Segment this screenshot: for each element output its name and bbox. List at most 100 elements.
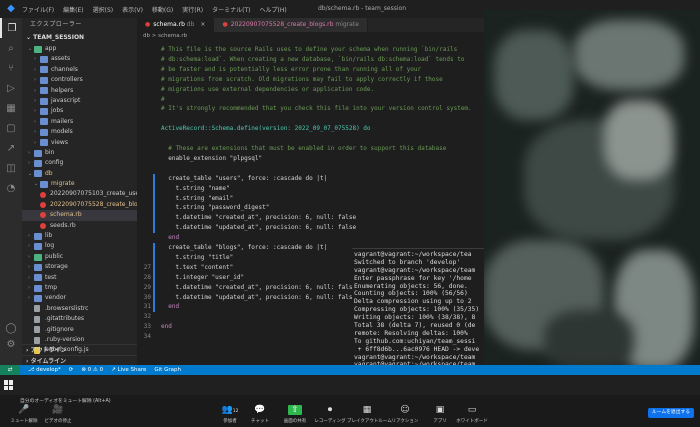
tree-label: .browserslistrc [45, 304, 89, 312]
chat-button[interactable]: 💬 チャット [240, 405, 280, 424]
tree-file[interactable]: 20220907075528_create_blo... [22, 200, 137, 210]
code-text: t.text "content" [161, 263, 234, 271]
menu-item[interactable]: 移動(G) [152, 7, 173, 14]
tree-folder[interactable]: › helpers [22, 86, 137, 96]
record-button[interactable]: ⏺ レコーディング [310, 405, 350, 424]
folder-icon [40, 87, 48, 95]
tree-folder[interactable]: › mailers [22, 117, 137, 127]
whiteboard-button[interactable]: ▭ ホワイトボード [452, 405, 492, 424]
project-section[interactable]: ⌄ TEAM_SESSION [22, 32, 137, 44]
code-text: # db:schema:load`. When creating a new d… [161, 55, 465, 63]
tab-create-blogs[interactable]: ● 20220907075528_create_blogs.rb migrate [214, 18, 368, 32]
problems-indicator[interactable]: ⊗ 0 ⚠ 0 [81, 367, 103, 373]
live-share-icon[interactable]: ↗ [0, 138, 22, 158]
menu-item[interactable]: 実行(R) [182, 7, 203, 14]
manage-gear-icon[interactable]: ⚙ [0, 334, 22, 354]
tree-file[interactable]: 20220907075103_create_use... [22, 189, 137, 199]
tree-label: .gitignore [45, 325, 74, 333]
menu-item[interactable]: 表示(V) [122, 7, 143, 14]
code-text: t.integer "user_id" [161, 273, 245, 281]
code-text: end [161, 303, 180, 311]
menu-item[interactable]: ターミナル(T) [212, 7, 250, 14]
close-icon[interactable]: × [200, 21, 205, 28]
docker-icon[interactable]: ◫ [0, 158, 22, 178]
reactions-button[interactable]: ☺ リアクション [385, 405, 425, 424]
tree-label: seeds.rb [50, 221, 76, 229]
menu-item[interactable]: 選択(S) [93, 7, 114, 14]
timeline-section[interactable]: › タイムライン [22, 355, 137, 365]
breadcrumb[interactable]: db > schema.rb [137, 32, 187, 41]
tree-folder[interactable]: › assets [22, 54, 137, 64]
line-number: 34 [143, 333, 151, 341]
window-title: db/schema.rb - team_session [318, 5, 407, 12]
tree-folder[interactable]: › storage [22, 262, 137, 272]
tree-file[interactable]: .browserslistrc [22, 304, 137, 314]
tree-folder[interactable]: › log [22, 241, 137, 251]
extensions-icon[interactable]: ▦ [0, 98, 22, 118]
tree-folder[interactable]: › test [22, 273, 137, 283]
line-number: 31 [143, 303, 151, 311]
code-text: # These are extensions that must be enab… [161, 145, 447, 152]
tree-folder[interactable]: › jobs [22, 106, 137, 116]
search-icon[interactable]: ⌕ [0, 38, 22, 58]
database-icon[interactable]: ◔ [0, 178, 22, 198]
ruby-file-icon [40, 222, 46, 229]
code-text: t.datetime "updated_at", precision: 6, n… [161, 224, 357, 232]
tree-file[interactable]: seeds.rb [22, 221, 137, 231]
tree-file[interactable]: .gitattributes [22, 314, 137, 324]
tree-folder[interactable]: ⌄ db [22, 169, 137, 179]
folder-icon [40, 66, 48, 74]
folder-icon [34, 149, 42, 157]
folder-icon [40, 97, 48, 105]
share-screen-button[interactable]: ⇧ 画面の共有 [275, 405, 315, 424]
windows-start-icon[interactable] [4, 380, 14, 390]
tree-label: migrate [51, 180, 75, 188]
tree-folder[interactable]: › lib [22, 231, 137, 241]
tree-folder[interactable]: › channels [22, 65, 137, 75]
remote-indicator-icon[interactable]: ⇄ [0, 365, 20, 375]
tree-folder[interactable]: › bin [22, 148, 137, 158]
tree-folder[interactable]: › javascript [22, 96, 137, 106]
tree-folder[interactable]: ⌄ app [22, 44, 137, 54]
folder-icon [34, 263, 42, 271]
button-label: リアクション [391, 419, 419, 424]
tree-folder[interactable]: ⌄ migrate [22, 179, 137, 189]
tree-file[interactable]: .gitignore [22, 325, 137, 335]
tree-folder[interactable]: › views [22, 138, 137, 148]
outline-section[interactable]: › アウトライン [22, 344, 137, 355]
windows-taskbar [0, 375, 700, 395]
menu-item[interactable]: ヘルプ(H) [259, 7, 286, 14]
menu-item[interactable]: 編集(E) [63, 7, 83, 14]
run-debug-icon[interactable]: ▷ [0, 78, 22, 98]
tree-folder[interactable]: › models [22, 127, 137, 137]
tree-file[interactable]: schema.rb [22, 210, 137, 221]
tab-schema-rb[interactable]: ● schema.rb db × [137, 18, 215, 32]
menu-item[interactable]: ファイル(F) [22, 7, 54, 14]
button-glyph: 💬 [254, 405, 266, 415]
tree-folder[interactable]: › public [22, 252, 137, 262]
tree-folder[interactable]: › controllers [22, 75, 137, 85]
git-graph-button[interactable]: Git Graph [154, 367, 181, 373]
sync-icon[interactable]: ⟳ [69, 367, 74, 373]
code-text: # be faster and is potentially less erro… [161, 65, 422, 73]
breakout-icon: ▦ [347, 405, 387, 416]
files-icon[interactable]: ❐ [0, 18, 22, 38]
tree-folder[interactable]: › config [22, 158, 137, 168]
live-share-button[interactable]: ↗ Live Share [111, 367, 146, 373]
folder-icon [40, 56, 48, 64]
button-glyph: 👥 [221, 405, 233, 415]
button-glyph: ▣ [435, 405, 445, 415]
tree-folder[interactable]: › vendor [22, 293, 137, 303]
branch-indicator[interactable]: ⎇ develop* [28, 367, 61, 373]
code-text: t.string "password_digest" [161, 204, 270, 212]
tree-label: db [45, 169, 53, 177]
tree-folder[interactable]: › tmp [22, 283, 137, 293]
leave-room-button[interactable]: ルームを退出する [648, 408, 694, 418]
reactions-icon: ☺ [385, 405, 425, 416]
video-button[interactable]: 🎥 ビデオの停止 [38, 405, 78, 424]
source-control-icon[interactable]: ⑂ [0, 58, 22, 78]
remote-explorer-icon[interactable]: ▢ [0, 118, 22, 138]
breakout-button[interactable]: ▦ ブレイクアウトルーム [347, 405, 392, 424]
ruby-file-icon: ● [145, 21, 151, 28]
folder-icon [40, 128, 48, 136]
